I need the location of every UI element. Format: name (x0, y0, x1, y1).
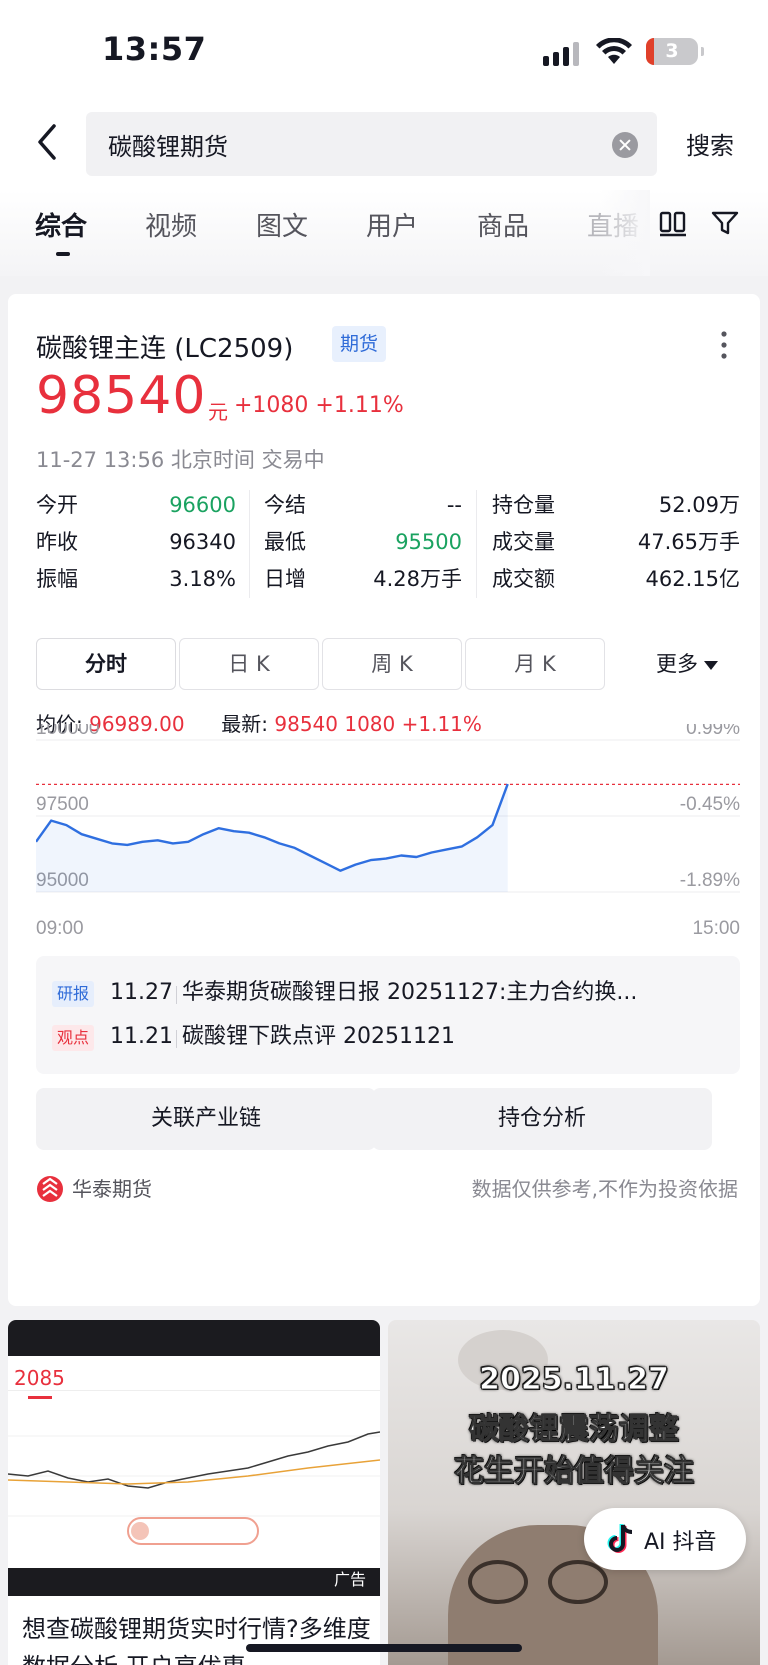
x-tick-end: 15:00 (692, 918, 740, 939)
futures-quote-card[interactable]: 碳酸锂主连 (LC2509) 期货 98540 元 +1080 +1.11% 1… (8, 294, 760, 1306)
back-arrow-icon[interactable] (32, 122, 62, 162)
news-title: 碳酸锂下跌点评 20251121 (182, 1024, 455, 1049)
battery-icon: 3 (646, 38, 704, 65)
intraday-chart[interactable]: 1000000.99%97500-0.45%95000-1.89%09:0015… (36, 724, 740, 944)
futures-tag: 期货 (332, 326, 387, 362)
stat-amplitude: 振幅 3.18% (36, 567, 236, 591)
disclaimer-text: 数据仅供参考,不作为投资依据 (471, 1177, 738, 1201)
search-button[interactable]: 搜索 (686, 126, 734, 161)
stat-daily-increase: 日增 4.28万手 (264, 567, 462, 591)
tab-user[interactable]: 用户 (366, 206, 418, 243)
opinion-tag: 观点 (52, 1025, 95, 1051)
price-unit: 元 (208, 400, 228, 424)
feed-card-ad[interactable]: 2085 广告 想查碳酸锂期货实时行情?多维度数据分析,开户享优惠 (8, 1320, 380, 1665)
stat-prev-close: 昨收 96340 (36, 530, 236, 554)
tab-video[interactable]: 视频 (145, 206, 197, 243)
home-indicator (246, 1644, 522, 1652)
tab-goods[interactable]: 商品 (477, 206, 529, 243)
chevron-down-icon (704, 660, 718, 670)
clear-icon[interactable] (612, 132, 638, 158)
divider (476, 490, 477, 598)
douyin-logo-icon (607, 1524, 633, 1553)
tab-monthly-k[interactable]: 月 K (465, 638, 605, 690)
y-tick-right: -1.89% (680, 870, 740, 891)
cellular-signal-icon (543, 42, 579, 66)
wifi-icon (596, 38, 632, 64)
y-tick-left: 97500 (36, 794, 89, 815)
more-options-icon[interactable] (720, 330, 728, 360)
stat-settle: 今结 -- (264, 493, 462, 517)
chart-period-tabs: 分时 日 K 周 K 月 K 更多 (36, 638, 740, 690)
glasses-shape (548, 1560, 608, 1604)
tab-daily-k[interactable]: 日 K (179, 638, 319, 690)
huatai-logo-icon (37, 1176, 63, 1202)
divider (249, 490, 250, 598)
trading-status: 11-27 13:56 北京时间 交易中 (36, 448, 325, 472)
stat-open: 今开 96600 (36, 493, 236, 517)
ai-douyin-label: AI 抖音 (644, 1530, 717, 1555)
search-query-text: 碳酸锂期货 (108, 133, 228, 161)
video-caption-line: 碳酸锂震荡调整 (469, 1412, 680, 1448)
area-fill (36, 784, 508, 892)
news-item[interactable]: 观点 11.21 碳酸锂下跌点评 20251121 (52, 1022, 724, 1052)
price-change: +1080 +1.11% (234, 393, 404, 418)
research-news-box: 研报 11.27 华泰期货碳酸锂日报 20251127:主力合约换... 观点 … (36, 956, 740, 1074)
glasses-shape (468, 1560, 528, 1604)
news-item[interactable]: 研报 11.27 华泰期货碳酸锂日报 20251127:主力合约换... (52, 978, 724, 1008)
y-tick-right: -0.45% (680, 794, 740, 815)
tab-weekly-k[interactable]: 周 K (322, 638, 462, 690)
stat-turnover: 成交额 462.15亿 (492, 567, 740, 591)
search-input[interactable]: 碳酸锂期货 (86, 112, 657, 176)
status-bar: 13:57 3 (0, 0, 768, 100)
stat-low: 最低 95500 (264, 530, 462, 554)
category-tabs: 综合 视频 图文 用户 商品 直播 (0, 190, 768, 276)
app-screenshot-image: 2085 (8, 1356, 380, 1568)
ai-douyin-button[interactable]: AI 抖音 (584, 1508, 746, 1570)
more-periods-dropdown[interactable]: 更多 (656, 638, 718, 690)
position-analysis-button[interactable]: 持仓分析 (372, 1088, 712, 1150)
search-header: 碳酸锂期货 搜索 (0, 100, 768, 190)
feed-card-video[interactable]: 2025.11.27 碳酸锂震荡调整 花生开始值得关注 AI 抖音 (388, 1320, 760, 1665)
research-tag: 研报 (52, 981, 95, 1007)
news-title: 华泰期货碳酸锂日报 20251127:主力合约换... (182, 980, 638, 1005)
ad-thumbnail: 2085 广告 (8, 1320, 380, 1596)
y-tick-right: 0.99% (686, 724, 740, 739)
news-date: 11.21 (110, 1024, 173, 1049)
layout-toggle-icon[interactable] (658, 208, 688, 238)
latest-price: 98540 (36, 366, 207, 426)
contract-name: 碳酸锂主连 (LC2509) (36, 334, 294, 364)
news-date: 11.27 (110, 980, 173, 1005)
status-time: 13:57 (102, 30, 207, 68)
video-caption-line: 花生开始值得关注 (454, 1454, 695, 1490)
ad-label: 广告 (333, 1570, 366, 1589)
stat-open-interest: 持仓量 52.09万 (492, 493, 740, 517)
tab-comprehensive[interactable]: 综合 (35, 206, 87, 243)
video-caption-date: 2025.11.27 (479, 1362, 670, 1398)
battery-level: 3 (665, 40, 679, 62)
active-tab-indicator (56, 252, 70, 256)
filter-icon[interactable] (710, 208, 740, 238)
stat-volume: 成交量 47.65万手 (492, 530, 740, 554)
y-tick-left: 100000 (36, 724, 99, 739)
tab-image-text[interactable]: 图文 (256, 206, 308, 243)
x-tick-start: 09:00 (36, 918, 84, 939)
ad-title: 想查碳酸锂期货实时行情?多维度数据分析,开户享优惠 (22, 1615, 371, 1665)
provider-name: 华泰期货 (72, 1177, 152, 1201)
industry-chain-button[interactable]: 关联产业链 (36, 1088, 376, 1150)
tab-intraday[interactable]: 分时 (36, 638, 176, 690)
